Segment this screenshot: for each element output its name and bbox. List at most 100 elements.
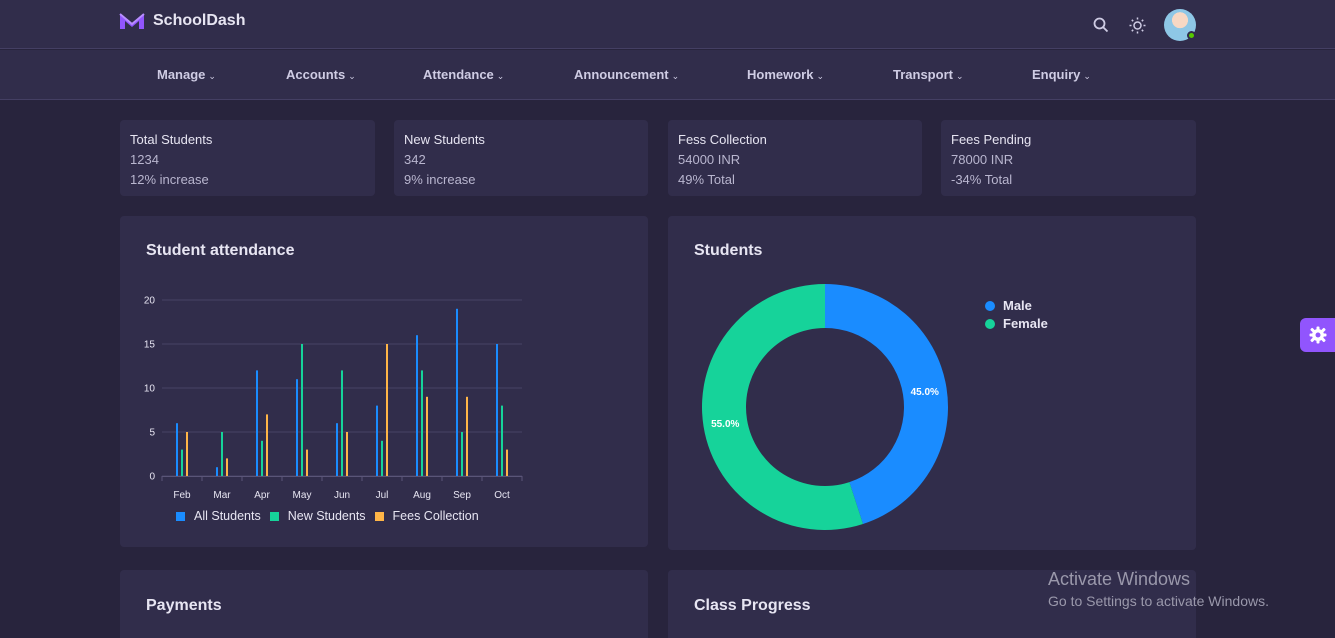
- bar-all-students: [496, 344, 498, 476]
- x-tick-label: Oct: [494, 490, 510, 501]
- x-tick-label: Feb: [173, 490, 191, 501]
- stat-card-fees-collection: Fess Collection 54000 INR 49% Total: [668, 120, 922, 196]
- legend-label: Fees Collection: [392, 509, 479, 523]
- legend-item-female[interactable]: Female: [985, 315, 1048, 333]
- windows-activation-watermark: Activate Windows Go to Settings to activ…: [1048, 569, 1269, 609]
- attendance-bar-chart: 0 5 10 15 20 Feb Mar Apr May Jun Jul Aug Sep Oct: [144, 296, 523, 501]
- app-name: SchoolDash: [153, 12, 246, 29]
- donut-legend: Male Female: [985, 297, 1048, 333]
- stat-label: Fees Pending: [951, 132, 1032, 147]
- bar-all-students: [456, 308, 458, 476]
- x-tick-label: Mar: [213, 490, 231, 501]
- chevron-down-icon: ⌄: [1083, 71, 1091, 81]
- bar-fees-collection: [426, 396, 428, 476]
- bar-all-students: [256, 370, 258, 476]
- y-tick-label: 20: [144, 296, 156, 307]
- x-tick-label: Apr: [254, 490, 270, 501]
- stat-subtext: -34% Total: [951, 172, 1013, 187]
- bar-new-students: [181, 449, 183, 476]
- chevron-down-icon: ⌄: [955, 71, 964, 81]
- bar-all-students: [216, 467, 218, 476]
- nav-accounts[interactable]: Accounts ⌄: [286, 67, 356, 82]
- legend-swatch: [985, 319, 995, 329]
- bar-new-students: [221, 432, 223, 476]
- x-tick-label: May: [293, 490, 312, 501]
- stat-subtext: 49% Total: [678, 172, 735, 187]
- x-tick-label: Jul: [376, 490, 389, 501]
- bar-new-students: [261, 440, 263, 476]
- watermark-subtitle: Go to Settings to activate Windows.: [1048, 593, 1269, 609]
- nav-announcement[interactable]: Announcement ⌄: [574, 67, 679, 82]
- chevron-down-icon: ⌄: [348, 71, 356, 81]
- gear-icon: [1309, 326, 1326, 344]
- bar-fees-collection: [306, 449, 308, 476]
- bar-new-students: [301, 344, 303, 476]
- donut-value-label: 55.0%: [711, 419, 739, 430]
- bar-fees-collection: [186, 432, 188, 476]
- user-avatar[interactable]: [1164, 9, 1196, 41]
- legend-label: Male: [1003, 298, 1032, 313]
- x-tick-label: Sep: [453, 490, 471, 501]
- main-nav: Manage ⌄ Accounts ⌄ Attendance ⌄ Announceme…: [0, 50, 1335, 100]
- card-title: Payments: [146, 597, 222, 614]
- legend-swatch: [176, 511, 185, 521]
- theme-toggle-icon[interactable]: [1128, 16, 1146, 34]
- card-title: Students: [694, 242, 763, 259]
- stat-value: 54000 INR: [678, 152, 741, 167]
- nav-enquiry[interactable]: Enquiry ⌄: [1032, 67, 1091, 82]
- y-tick-label: 15: [144, 340, 156, 351]
- legend-swatch: [985, 301, 995, 311]
- bar-all-students: [296, 379, 298, 476]
- logo-icon: [119, 13, 145, 29]
- chevron-down-icon: ⌄: [208, 71, 216, 81]
- stat-value: 1234: [130, 152, 159, 167]
- card-title: Class Progress: [694, 597, 811, 614]
- stat-label: New Students: [404, 132, 485, 147]
- bar-all-students: [416, 335, 418, 476]
- nav-homework[interactable]: Homework ⌄: [747, 67, 824, 82]
- bar-all-students: [376, 405, 378, 476]
- chevron-down-icon: ⌄: [496, 71, 505, 81]
- bar-fees-collection: [346, 432, 348, 476]
- stat-card-fees-pending: Fees Pending 78000 INR -34% Total: [941, 120, 1196, 196]
- watermark-title: Activate Windows: [1048, 569, 1191, 589]
- legend-label: All Students: [194, 509, 261, 523]
- stat-label: Total Students: [130, 132, 213, 147]
- top-bar: SchoolDash: [0, 0, 1335, 49]
- brand[interactable]: SchoolDash: [119, 12, 245, 30]
- stat-value: 342: [404, 152, 426, 167]
- bar-all-students: [176, 423, 178, 476]
- nav-manage[interactable]: Manage ⌄: [157, 67, 216, 82]
- settings-gear-button[interactable]: [1300, 318, 1335, 352]
- bar-new-students: [421, 370, 423, 476]
- bar-new-students: [461, 432, 463, 476]
- chevron-down-icon: ⌄: [671, 71, 680, 81]
- legend-swatch: [374, 511, 384, 521]
- stat-value: 78000 INR: [951, 152, 1014, 167]
- bar-fees-collection: [466, 396, 468, 476]
- stat-subtext: 9% increase: [404, 172, 476, 187]
- online-status-dot: [1187, 31, 1196, 40]
- chevron-down-icon: ⌄: [816, 71, 825, 81]
- attendance-card: Student attendance 0 5 10 15 20 Feb Mar Apr May J…: [120, 216, 648, 547]
- donut-value-label: 45.0%: [911, 387, 939, 398]
- nav-attendance[interactable]: Attendance ⌄: [423, 67, 504, 82]
- x-tick-label: Aug: [413, 490, 431, 501]
- bar-fees-collection: [226, 458, 228, 476]
- bar-new-students: [381, 440, 383, 476]
- students-donut-chart: 45.0% 55.0%: [702, 284, 948, 530]
- bar-fees-collection: [386, 344, 388, 476]
- stat-label: Fess Collection: [678, 132, 767, 147]
- y-tick-label: 5: [149, 428, 155, 439]
- stat-card-total-students: Total Students 1234 12% increase: [120, 120, 375, 196]
- stat-card-new-students: New Students 342 9% increase: [394, 120, 648, 196]
- legend-item-male[interactable]: Male: [985, 297, 1048, 315]
- search-icon[interactable]: [1092, 16, 1110, 34]
- stat-subtext: 12% increase: [130, 172, 209, 187]
- payments-card: Payments: [120, 570, 648, 638]
- legend-label: Female: [1003, 316, 1048, 331]
- legend-swatch: [269, 511, 279, 521]
- bar-fees-collection: [266, 414, 268, 476]
- y-tick-label: 0: [149, 472, 155, 483]
- nav-transport[interactable]: Transport ⌄: [893, 67, 964, 82]
